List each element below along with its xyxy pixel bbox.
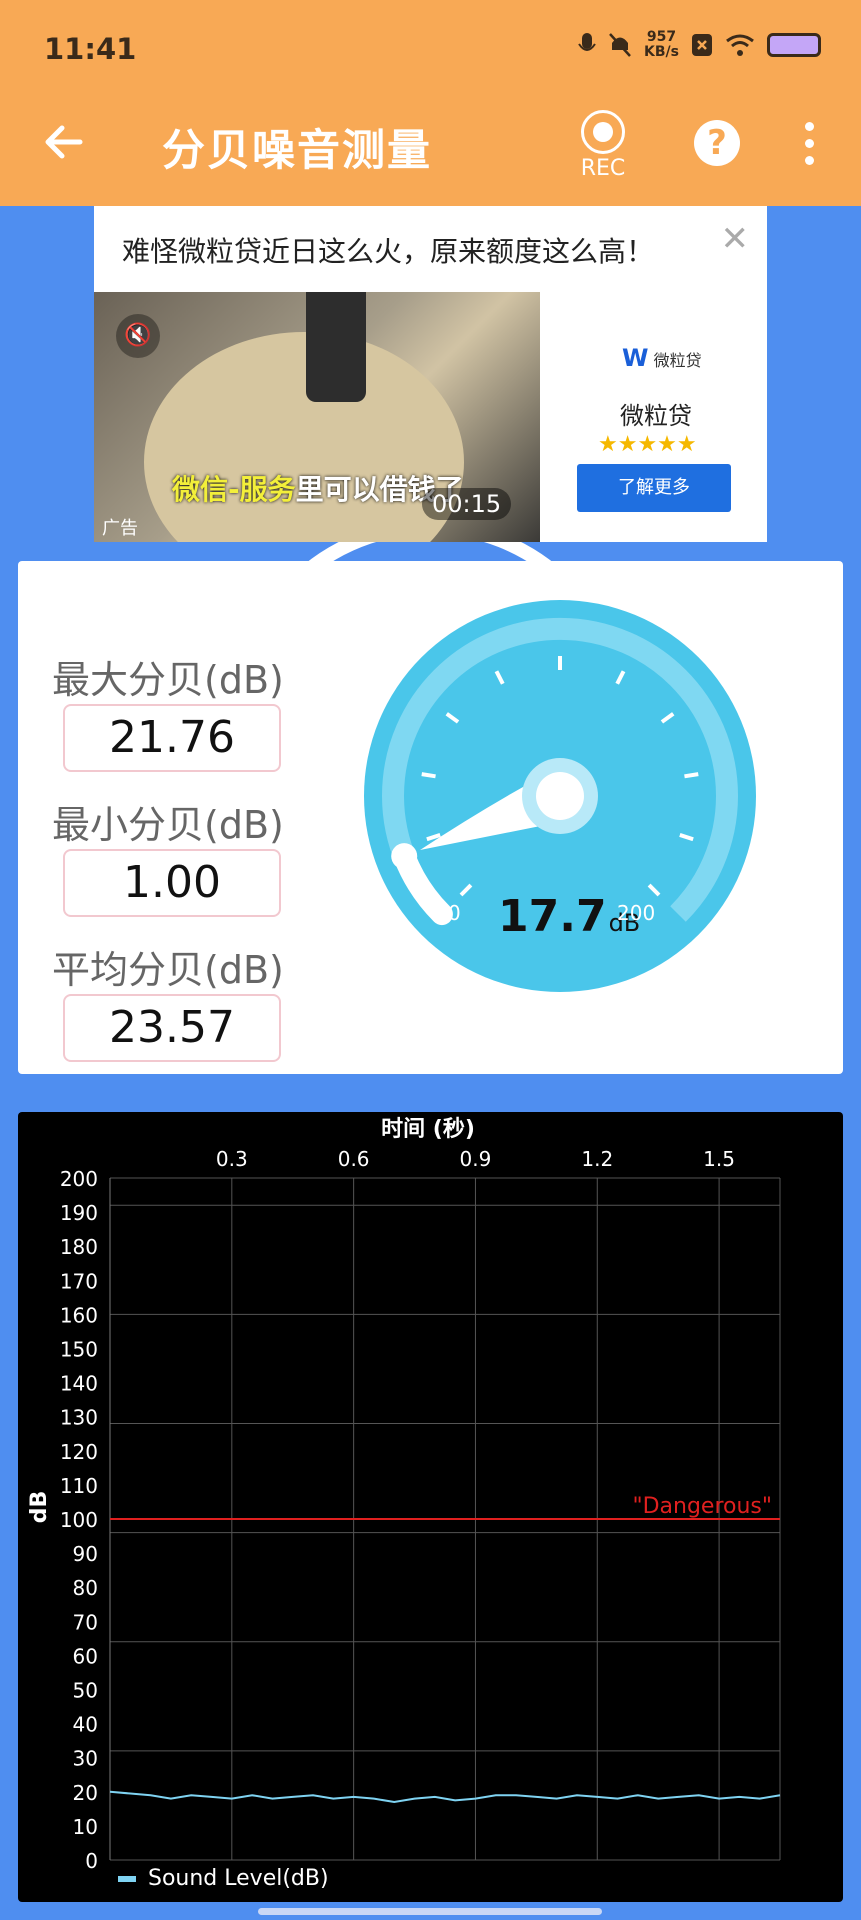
- record-button[interactable]: REC: [570, 110, 636, 181]
- legend-label: Sound Level(dB): [148, 1866, 329, 1891]
- home-indicator[interactable]: [258, 1908, 602, 1915]
- max-db-value: 21.76: [63, 704, 281, 772]
- sim-icon: [692, 34, 712, 56]
- gauge-max-label: 200: [617, 901, 656, 925]
- status-icons: 957 KB/s: [578, 30, 821, 60]
- y-tick-label: 10: [73, 1815, 98, 1839]
- gauge-level-marker: [391, 843, 418, 870]
- y-tick-label: 20: [73, 1781, 98, 1805]
- app-bar: 11:41 957 KB/s 分贝噪音测量 REC ?: [0, 0, 861, 206]
- microphone-icon: [578, 33, 596, 51]
- ad-headline[interactable]: 难怪微粒贷近日这么火，原来额度这么高！: [122, 230, 654, 270]
- y-tick-label: 130: [60, 1406, 98, 1430]
- ad-timer: 00:15: [422, 488, 512, 520]
- y-tick-label: 200: [60, 1167, 98, 1191]
- mute-icon[interactable]: 🔇: [116, 314, 160, 358]
- y-tick-label: 110: [60, 1474, 98, 1498]
- danger-threshold-label: "Dangerous": [632, 1494, 772, 1519]
- wifi-icon: [726, 34, 754, 56]
- avg-db-label: 平均分贝(dB): [52, 948, 284, 992]
- mute-bell-icon: [609, 33, 631, 57]
- ad-caption-highlight: 微信-服务: [172, 473, 296, 506]
- sound-level-chart: 时间 (秒) dB 0.3 0.6 0.9 1.2 1.5 0 10 20 30 40 50 60 7…: [18, 1112, 843, 1902]
- max-db-label: 最大分贝(dB): [52, 658, 284, 702]
- avg-db-value: 23.57: [63, 994, 281, 1062]
- y-tick-label: 0: [85, 1849, 98, 1873]
- series-line-sound-level: [109, 1790, 781, 1804]
- ad-video-caption: 微信-服务里可以借钱了: [172, 468, 464, 508]
- y-tick-label: 120: [60, 1440, 98, 1464]
- y-tick-label: 80: [73, 1576, 98, 1600]
- y-tick-labels: 0 10 20 30 40 50 60 70 80 90 100 110 120 130 140 150 160…: [60, 1167, 98, 1873]
- y-tick-label: 180: [60, 1235, 98, 1259]
- y-tick-label: 100: [60, 1508, 98, 1532]
- ad-brand-logo: W 微粒贷: [622, 344, 702, 372]
- y-tick-label: 160: [60, 1303, 98, 1327]
- y-tick-label: 140: [60, 1372, 98, 1396]
- network-speed-value: 957: [646, 29, 677, 45]
- y-tick-label: 170: [60, 1269, 98, 1293]
- more-options-icon[interactable]: [805, 122, 815, 166]
- y-tick-label: 60: [73, 1644, 98, 1668]
- x-tick-label: 0.3: [216, 1147, 248, 1171]
- gauge-value-number: 17.7: [498, 891, 607, 942]
- y-axis-title: dB: [27, 1491, 52, 1524]
- ad-brand-logo-text: 微粒贷: [653, 351, 702, 370]
- network-speed-unit: KB/s: [644, 44, 679, 60]
- gauge-tick: [684, 772, 699, 779]
- network-speed: 957 KB/s: [644, 30, 679, 60]
- meter-card: 最大分贝(dB) 21.76 最小分贝(dB) 1.00 平均分贝(dB) 23…: [18, 561, 843, 1074]
- learn-more-button[interactable]: 了解更多: [577, 464, 731, 512]
- y-tick-label: 90: [73, 1542, 98, 1566]
- record-icon: [581, 110, 625, 154]
- ad-tag: 广告: [102, 518, 138, 539]
- gauge-min-label: 0: [448, 901, 461, 925]
- y-tick-label: 70: [73, 1610, 98, 1634]
- x-tick-label: 0.9: [460, 1147, 492, 1171]
- legend-swatch: [118, 1876, 136, 1882]
- close-icon[interactable]: ✕: [721, 222, 750, 256]
- y-tick-label: 190: [60, 1201, 98, 1225]
- x-tick-labels: 0.3 0.6 0.9 1.2 1.5: [216, 1147, 735, 1171]
- ad-video-disk: [144, 332, 464, 542]
- gauge-tick: [421, 772, 436, 779]
- record-label: REC: [580, 156, 626, 181]
- battery-icon: [767, 33, 821, 57]
- back-arrow-icon[interactable]: [40, 118, 88, 166]
- page-title: 分贝噪音测量: [162, 126, 432, 176]
- ad-brand-name: 微粒贷: [620, 402, 692, 430]
- help-icon[interactable]: ?: [694, 120, 740, 166]
- chart-svg: 时间 (秒) dB 0.3 0.6 0.9 1.2 1.5 0 10 20 30 40 50 60 7…: [27, 1117, 781, 1891]
- min-db-label: 最小分贝(dB): [52, 803, 284, 847]
- rating-stars-icon: ★★★★★: [598, 432, 697, 457]
- ad-banner[interactable]: 难怪微粒贷近日这么火，原来额度这么高！ ✕ 🔇 微信-服务里可以借钱了 00:1…: [94, 206, 767, 542]
- y-tick-label: 50: [73, 1679, 98, 1703]
- min-db-value: 1.00: [63, 849, 281, 917]
- y-tick-label: 40: [73, 1713, 98, 1737]
- x-tick-label: 0.6: [338, 1147, 370, 1171]
- x-tick-label: 1.2: [581, 1147, 613, 1171]
- y-tick-label: 30: [73, 1747, 98, 1771]
- ad-video[interactable]: 🔇 微信-服务里可以借钱了 00:15 广告: [94, 292, 540, 542]
- y-tick-label: 150: [60, 1338, 98, 1362]
- x-tick-label: 1.5: [703, 1147, 735, 1171]
- ad-video-drill: [306, 292, 366, 402]
- status-time: 11:41: [44, 32, 137, 66]
- x-axis-title: 时间 (秒): [381, 1117, 475, 1142]
